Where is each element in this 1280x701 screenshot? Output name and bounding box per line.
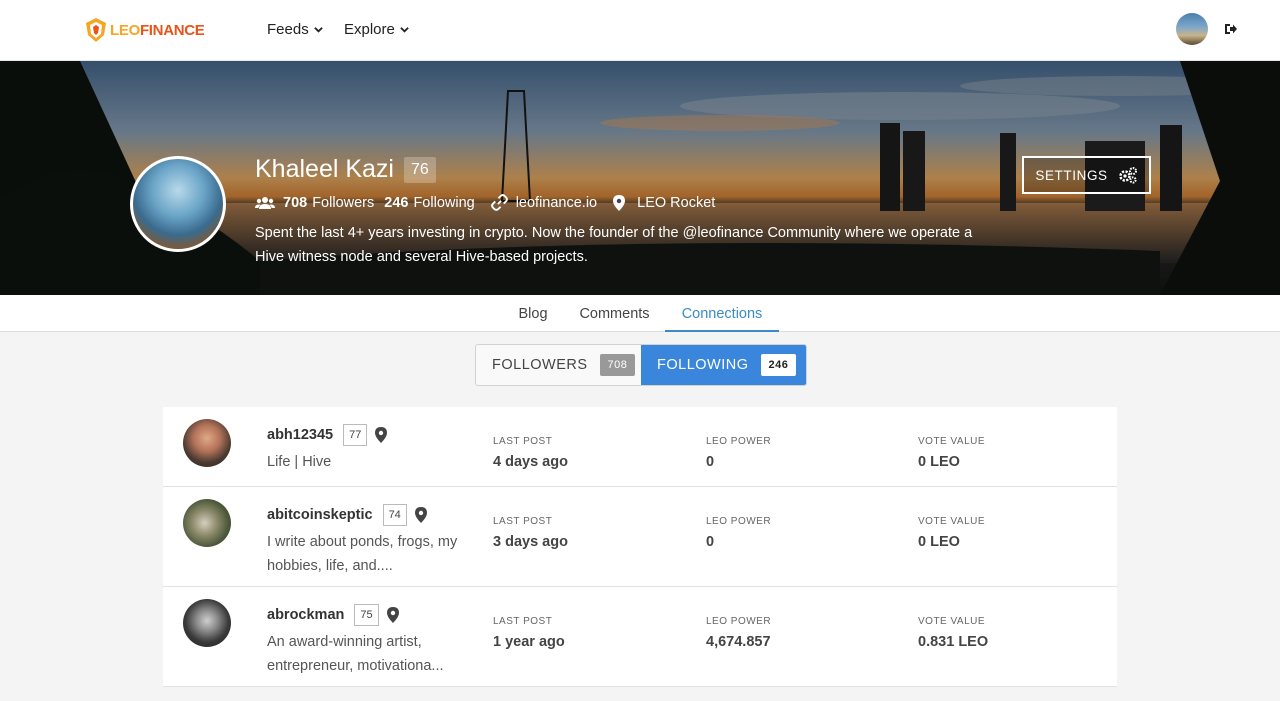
chevron-down-icon xyxy=(400,27,409,33)
nav-feeds-label: Feeds xyxy=(267,21,309,38)
last-post-column: LAST POST 1 year ago xyxy=(493,616,565,650)
following-toggle-label: FOLLOWING xyxy=(657,357,749,373)
username-link[interactable]: abitcoinskeptic xyxy=(267,507,373,523)
website-link[interactable]: leofinance.io xyxy=(516,195,597,211)
vote-value-column: VOTE VALUE 0 LEO xyxy=(918,516,985,550)
list-item: abrockman 75 An award-winning artist, en… xyxy=(163,587,1117,687)
profile-bio: Spent the last 4+ years investing in cry… xyxy=(255,225,973,265)
settings-button[interactable]: SETTINGS xyxy=(1022,156,1151,194)
leo-power-label: LEO POWER xyxy=(706,516,772,527)
followers-count-badge: 708 xyxy=(599,354,636,376)
profile-name: Khaleel Kazi 76 xyxy=(255,155,436,184)
username-row: abrockman 75 xyxy=(267,604,399,626)
location-pin-icon xyxy=(613,194,626,211)
last-post-value: 4 days ago xyxy=(493,454,568,470)
profile-stats: 708 Followers 246 Following leofinance.i… xyxy=(255,194,715,211)
following-toggle-button[interactable]: FOLLOWING 246 xyxy=(641,345,806,385)
following-label[interactable]: Following xyxy=(413,195,474,211)
following-list: abh12345 77 Life | Hive LAST POST 4 days… xyxy=(163,407,1117,687)
username-link[interactable]: abh12345 xyxy=(267,427,333,443)
settings-label: SETTINGS xyxy=(1035,167,1108,183)
last-post-label: LAST POST xyxy=(493,436,553,447)
reputation-badge: 74 xyxy=(382,504,407,526)
leo-power-value: 0 xyxy=(706,454,715,470)
leo-power-value: 4,674.857 xyxy=(706,634,771,650)
tab-connections[interactable]: Connections xyxy=(665,295,779,332)
leo-power-label: LEO POWER xyxy=(706,436,772,447)
list-item: abitcoinskeptic 74 I write about ponds, … xyxy=(163,487,1117,587)
profile-tabs: Blog Comments Connections xyxy=(0,295,1280,332)
lion-logo-icon xyxy=(86,18,106,42)
list-item: abh12345 77 Life | Hive LAST POST 4 days… xyxy=(163,407,1117,487)
leo-power-column: LEO POWER 0 xyxy=(706,436,771,470)
tab-blog[interactable]: Blog xyxy=(510,295,556,332)
nav-explore-label: Explore xyxy=(344,21,395,38)
followers-toggle-label: FOLLOWERS xyxy=(492,357,588,373)
top-navbar: LEOFINANCE Feeds Explore xyxy=(0,0,1280,61)
username-row: abh12345 77 xyxy=(267,424,388,446)
logout-icon[interactable] xyxy=(1224,22,1238,36)
followers-label[interactable]: Followers xyxy=(312,195,374,211)
reputation-badge: 77 xyxy=(343,424,368,446)
vote-value-value: 0.831 LEO xyxy=(918,634,989,650)
vote-value-label: VOTE VALUE xyxy=(918,436,986,447)
username-link[interactable]: abrockman xyxy=(267,607,344,623)
leo-power-value: 0 xyxy=(706,534,715,550)
vote-value-column: VOTE VALUE 0 LEO xyxy=(918,436,985,470)
users-icon xyxy=(255,196,275,209)
profile-name-text: Khaleel Kazi xyxy=(255,155,394,183)
leo-power-column: LEO POWER 4,674.857 xyxy=(706,616,771,650)
vote-value-label: VOTE VALUE xyxy=(918,516,986,527)
user-bio: I write about ponds, frogs, my hobbies, … xyxy=(267,534,458,574)
username-row: abitcoinskeptic 74 xyxy=(267,504,427,526)
reputation-badge: 76 xyxy=(403,156,436,183)
profile-avatar xyxy=(130,156,226,252)
nav-explore-dropdown[interactable]: Explore xyxy=(344,21,409,38)
connections-toggle: FOLLOWERS 708 FOLLOWING 246 xyxy=(475,344,807,386)
last-post-column: LAST POST 4 days ago xyxy=(493,436,568,470)
following-count-badge: 246 xyxy=(760,354,797,376)
reputation-badge: 75 xyxy=(354,604,379,626)
leofinance-logo[interactable]: LEOFINANCE xyxy=(84,16,205,44)
leo-power-label: LEO POWER xyxy=(706,616,772,627)
vote-value-value: 0 LEO xyxy=(918,454,960,470)
gears-icon xyxy=(1118,167,1137,184)
avatar[interactable] xyxy=(183,599,231,647)
location-pin-icon xyxy=(386,607,399,623)
nav-feeds-dropdown[interactable]: Feeds xyxy=(267,21,323,38)
followers-count: 708 xyxy=(283,194,308,211)
profile-location: LEO Rocket xyxy=(637,194,716,211)
profile-cover: Khaleel Kazi 76 708 Followers 246 Follow… xyxy=(0,61,1280,295)
last-post-label: LAST POST xyxy=(493,616,553,627)
link-icon xyxy=(490,194,508,211)
last-post-column: LAST POST 3 days ago xyxy=(493,516,568,550)
following-count: 246 xyxy=(384,194,409,211)
followers-toggle-button[interactable]: FOLLOWERS 708 xyxy=(476,345,641,385)
vote-value-column: VOTE VALUE 0.831 LEO xyxy=(918,616,988,650)
chevron-down-icon xyxy=(313,27,323,33)
vote-value-label: VOTE VALUE xyxy=(918,616,986,627)
location-pin-icon xyxy=(375,427,388,443)
last-post-label: LAST POST xyxy=(493,516,553,527)
location-pin-icon xyxy=(414,507,427,523)
last-post-value: 3 days ago xyxy=(493,534,568,550)
user-avatar[interactable] xyxy=(1176,13,1208,45)
avatar[interactable] xyxy=(183,499,231,547)
user-bio: An award-winning artist, entrepreneur, m… xyxy=(267,634,444,674)
vote-value-value: 0 LEO xyxy=(918,534,960,550)
leo-power-column: LEO POWER 0 xyxy=(706,516,771,550)
avatar[interactable] xyxy=(183,419,231,467)
last-post-value: 1 year ago xyxy=(493,634,565,650)
tab-comments[interactable]: Comments xyxy=(572,295,657,332)
user-bio: Life | Hive xyxy=(267,454,332,470)
logo-wordmark: LEOFINANCE xyxy=(110,21,205,39)
